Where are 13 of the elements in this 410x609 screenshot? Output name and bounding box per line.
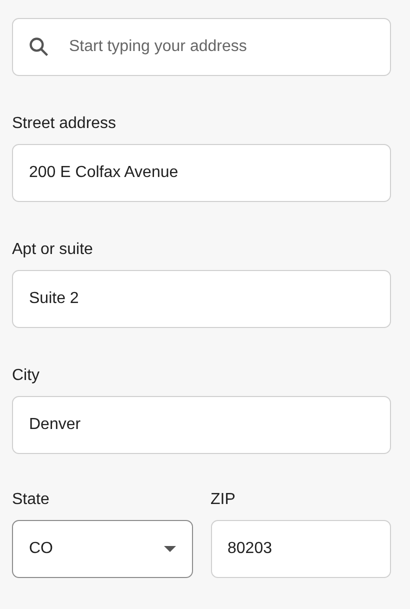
field-label: Street address [12,114,118,134]
field-label: ZIP [210,490,236,510]
state-select[interactable]: CO [12,520,192,578]
input-field[interactable]: Denver [12,396,391,454]
address-search-field[interactable]: Start typing your address [12,18,391,76]
field-label: Apt or suite [12,240,94,260]
input-field[interactable]: 80203 [210,520,391,578]
input-field[interactable]: 200 E Colfax Avenue [12,144,391,202]
input-field[interactable]: Suite 2 [12,270,391,328]
field-label: City [12,366,41,386]
search-icon [28,36,50,58]
field-label: State [12,490,50,510]
dropdown-caret-icon [164,546,176,552]
